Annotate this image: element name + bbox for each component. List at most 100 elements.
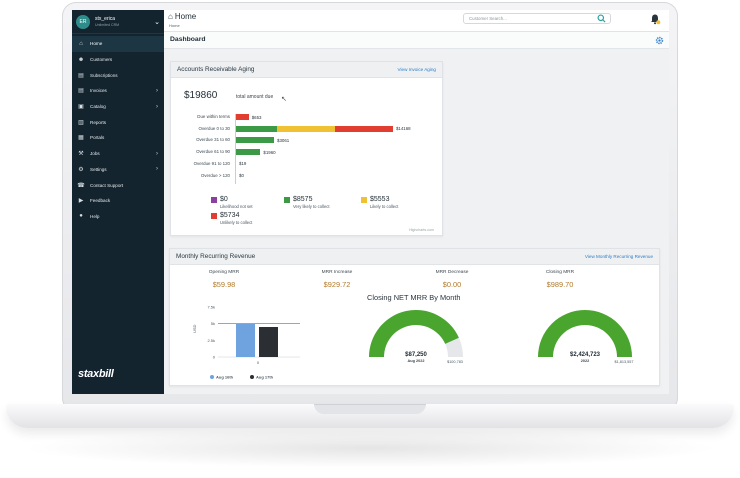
view-invoice-aging-link[interactable]: View Invoice Aging [398,67,436,72]
ar-row-label: Overdue > 120 [200,172,230,178]
gauge-center-value: $2,424,723 [570,352,601,358]
gauge-center-label: 2022 [581,359,589,363]
legend-label: Unlikely to collect [220,220,253,225]
sidebar-item-settings[interactable]: ⚙ Settings › [72,162,164,178]
user-menu[interactable]: ER stx_erica Unlimited CRM ⌄ [72,10,164,34]
mrr-stat-value: $989.70 [546,280,574,289]
search-icon[interactable] [597,14,606,23]
sidebar-item-catalog[interactable]: ▣ Catalog › [72,99,164,115]
laptop-notch [314,404,426,414]
chevron-right-icon[interactable]: › [156,88,158,94]
wrench-icon: ⚒ [78,151,84,158]
sidebar-nav: ⌂ Home ☻ Customers ▤ Subscriptions ▤ Invoices › ▣… [72,34,164,224]
sidebar-item-label: Settings [90,166,107,172]
ar-aging-title: Accounts Receivable Aging [177,66,255,73]
gear-icon[interactable] [655,36,664,45]
sidebar-item-contact-support[interactable]: ☎ Contact Support [72,177,164,193]
dashboard-bar: Dashboard [164,32,669,49]
megaphone-icon: ▶ [78,198,84,205]
ar-row-label: Overdue 91 to 120 [193,160,230,166]
ar-aging-card: Accounts Receivable Aging View Invoice A… [170,61,443,236]
y-tick-label: 2.5k [207,338,215,343]
legend-value: $5734 [220,212,240,219]
mrr-bar[interactable] [259,327,278,357]
mrr-bar[interactable] [236,323,255,357]
net-mrr-year-gauge: $2,424,7232022 $1,813,557 [538,310,634,364]
gauge-center-value: $87,250 [405,352,427,358]
sidebar-item-invoices[interactable]: ▤ Invoices › [72,83,164,99]
gauge-value-arc[interactable] [369,310,459,357]
breadcrumb[interactable]: Home [169,23,180,28]
net-mrr-title: Closing NET MRR By Month [367,293,461,302]
sidebar-item-portals[interactable]: ▦ Portals [72,130,164,146]
home-icon: ⌂ [79,40,83,47]
net-mrr-month-gauge: $87,250Aug 2022 $100,783 [369,310,463,364]
ar-bar-value: $14168 [395,126,411,132]
total-amount-label: total amount due [236,94,274,100]
mrr-card: Monthly Recurring Revenue View Monthly R… [169,248,660,386]
legend-swatch[interactable] [211,197,217,203]
view-mrr-link[interactable]: View Monthly Recurring Revenue [585,254,653,259]
chevron-right-icon[interactable]: › [156,166,158,172]
ar-bar-segment[interactable] [236,114,249,120]
app-screen: ER stx_erica Unlimited CRM ⌄ ⌂ Home ☻ Custo… [72,10,669,394]
sidebar-item-subscriptions[interactable]: ▤ Subscriptions [72,67,164,83]
sidebar-item-label: Customers [90,57,113,63]
legend-marker[interactable] [210,375,214,379]
mrr-stat-label: Opening MRR [208,270,240,275]
sidebar-item-label: Invoices [90,88,107,94]
layers-icon: ▤ [78,72,84,79]
top-bar: ⌂ Home Home Customer Search... [164,10,669,32]
x-tick-label: 0 [257,360,260,365]
mrr-title: Monthly Recurring Revenue [176,253,256,260]
invoice-icon: ▤ [78,88,84,95]
legend-label: Aug 17th [256,375,274,380]
customer-search-input[interactable]: Customer Search... [463,13,611,24]
legend-value: $0 [220,196,228,203]
sidebar-item-label: Contact Support [90,182,124,188]
legend-swatch[interactable] [284,197,290,203]
mrr-header: Monthly Recurring Revenue View Monthly R… [170,249,659,265]
sidebar-item-jobs[interactable]: ⚒ Jobs › [72,146,164,162]
gauge-value-arc[interactable] [538,310,632,357]
ar-bar-segment[interactable] [276,125,336,132]
catalog-icon: ▣ [78,104,84,111]
laptop-mockup: ER stx_erica Unlimited CRM ⌄ ⌂ Home ☻ Custo… [0,0,740,478]
user-subtitle: Unlimited CRM [95,22,120,27]
support-icon: ☎ [77,182,85,189]
ar-bar-segment[interactable] [236,137,275,144]
gauge-max-label: $1,813,557 [614,360,633,364]
legend-swatch[interactable] [361,197,367,203]
legend-marker[interactable] [250,375,254,379]
chevron-right-icon[interactable]: › [156,151,158,157]
y-tick-label: 5k [211,321,215,326]
y-tick-label: 7.5k [207,305,215,310]
sidebar-item-label: Help [90,213,100,219]
mrr-stat-value: $59.98 [212,280,236,289]
sidebar-item-feedback[interactable]: ▶ Feedback [72,193,164,209]
ar-bar-segment[interactable] [335,125,393,132]
mrr-stat-value: $929.72 [323,280,351,289]
ar-bar-value: $1960 [263,149,276,155]
sidebar-item-label: Subscriptions [90,72,118,78]
chevron-right-icon[interactable]: › [156,104,158,110]
mrr-bar-chart: 7.5k 5k 2.5k 0 USD 0 Aug 16th Aug 17th [192,305,300,380]
sidebar-item-reports[interactable]: ▥ Reports [72,114,164,130]
ar-bar-value: $3061 [277,137,290,143]
sidebar-item-label: Portals [90,135,105,141]
ar-row-label: Overdue 31 to 60 [196,137,230,143]
sidebar-item-customers[interactable]: ☻ Customers [72,52,164,68]
ar-bar-segment[interactable] [236,149,261,156]
sidebar: ER stx_erica Unlimited CRM ⌄ ⌂ Home ☻ Custo… [72,10,164,394]
gauge-center-label: Aug 2022 [408,359,425,363]
legend-swatch[interactable] [211,213,217,219]
ar-bar-segment[interactable] [236,125,277,132]
sidebar-item-home[interactable]: ⌂ Home [72,36,164,52]
ar-row-label: Overdue 0 to 30 [198,125,231,131]
chart-credit[interactable]: Highcharts.com [409,228,434,232]
chevron-down-icon[interactable]: ⌄ [154,18,160,26]
mrr-stat-label: Closing MRR [545,270,575,275]
sidebar-item-help[interactable]: ● Help [72,209,164,225]
legend-label: Very likely to collect [293,204,330,209]
notification-bell-icon[interactable] [649,13,661,25]
